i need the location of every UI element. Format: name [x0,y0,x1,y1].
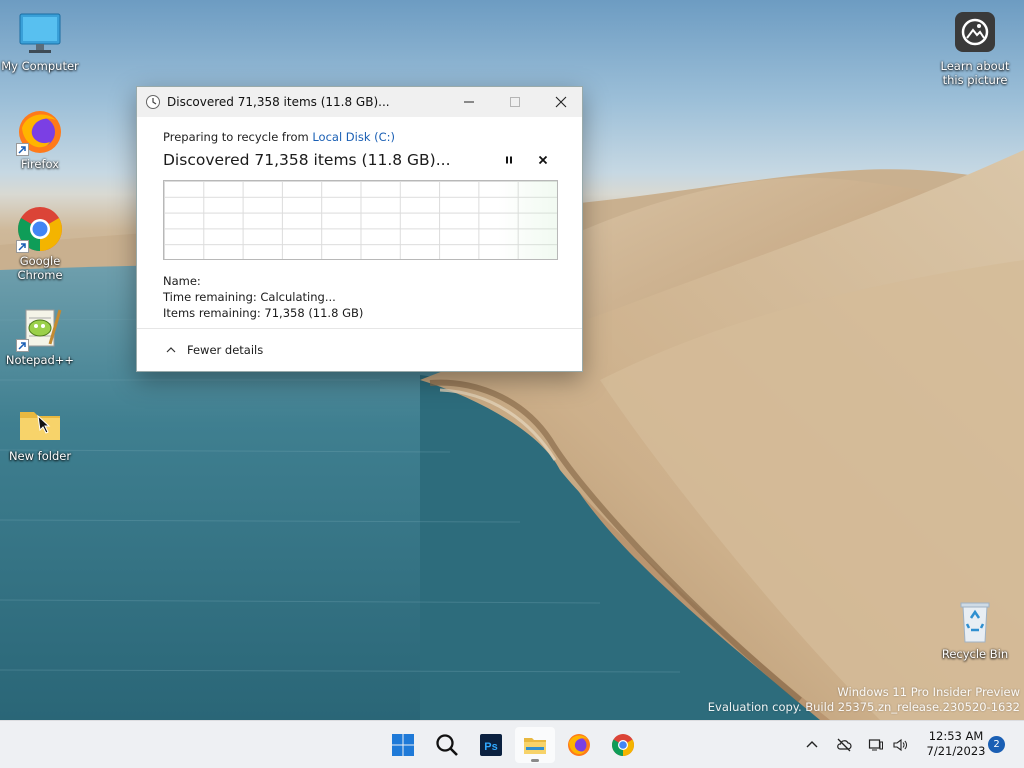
firefox-icon [16,108,64,156]
shortcut-arrow-icon [16,143,29,156]
dialog-titlebar[interactable]: Discovered 71,358 items (11.8 GB)... [137,87,582,117]
preparing-text: Preparing to recycle from Local Disk (C:… [163,130,556,144]
tray-display[interactable] [866,735,886,755]
desktop-icon-notepadpp[interactable]: Notepad++ [0,304,80,367]
desktop-icon-recycle-bin[interactable]: Recycle Bin [935,598,1015,661]
clock-time: 12:53 AM [928,729,984,743]
close-button[interactable] [538,87,584,117]
volume-icon [893,738,907,752]
fewer-details-button[interactable]: Fewer details [165,343,263,357]
transfer-details: Name: Time remaining: Calculating... Ite… [163,273,556,321]
file-explorer-icon [524,738,546,754]
desktop-icon-label: Google Chrome [17,254,63,282]
dialog-divider [137,328,582,329]
tray-overflow-button[interactable] [802,735,822,755]
chevron-up-icon [806,741,818,748]
headline-text: Discovered 71,358 items (11.8 GB)... [163,151,451,169]
tray-volume[interactable] [890,735,910,755]
progress-graph [163,180,558,260]
svg-text:Ps: Ps [484,741,497,753]
taskbar-photoshop[interactable]: Ps [471,727,511,763]
cancel-button[interactable] [530,149,556,171]
desktop-icon-label: Notepad++ [5,353,75,367]
desktop-icon-learn-about-picture[interactable]: Learn about this picture [935,10,1015,87]
recycle-bin-icon [951,598,999,646]
spotlight-icon [951,10,999,58]
search-icon [436,734,458,756]
notepadpp-icon [16,304,64,352]
notification-badge[interactable]: 2 [988,736,1005,753]
maximize-button[interactable] [492,87,538,117]
progress-headline: Discovered 71,358 items (11.8 GB)... [163,149,556,171]
chrome-icon [16,205,64,253]
cloud-offline-icon [837,738,852,752]
pause-icon [506,156,512,164]
recycle-progress-dialog: Discovered 71,358 items (11.8 GB)... Pre… [136,86,583,372]
desktop-icon-label: My Computer [1,59,79,73]
dialog-title: Discovered 71,358 items (11.8 GB)... [167,95,390,109]
taskbar-chrome[interactable] [603,727,643,763]
items-remaining: Items remaining: 71,358 (11.8 GB) [163,306,364,320]
search-button[interactable] [427,727,467,763]
watermark-line-2: Evaluation copy. Build 25375.zn_release.… [707,700,1020,714]
minimize-button[interactable] [446,87,492,117]
clock-icon [146,95,160,109]
desktop-icon-label: Learn about this picture [940,59,1010,87]
desktop-icon-label: New folder [8,449,72,463]
build-watermark: Windows 11 Pro Insider Preview Evaluatio… [708,685,1020,715]
time-remaining: Time remaining: Calculating... [163,290,336,304]
source-location-link[interactable]: Local Disk (C:) [312,130,395,144]
clock-date: 7/21/2023 [926,744,986,758]
desktop-icon-chrome[interactable]: Google Chrome [0,205,80,282]
maximize-icon [510,97,520,107]
taskbar-clock[interactable]: 12:53 AM 7/21/2023 [918,729,994,759]
pause-button[interactable] [496,149,522,171]
tray-network[interactable] [834,735,854,755]
close-icon [538,155,548,165]
photoshop-icon: Ps [480,734,502,756]
active-indicator [531,759,539,762]
start-button[interactable] [383,727,423,763]
chevron-up-icon [166,347,176,353]
watermark-line-1: Windows 11 Pro Insider Preview [837,685,1020,699]
name-label: Name: [163,274,201,288]
monitor-icon [16,10,64,58]
taskbar-file-explorer[interactable] [515,727,555,763]
display-icon [868,739,883,751]
minimize-icon [464,101,474,103]
folder-icon [16,400,64,448]
desktop-icon-label: Firefox [20,157,60,171]
desktop-icon-new-folder[interactable]: New folder [0,400,80,463]
fewer-details-label: Fewer details [187,343,264,357]
desktop-icon-label: Recycle Bin [941,647,1009,661]
shortcut-arrow-icon [16,240,29,253]
close-icon [555,96,567,108]
desktop-icon-my-computer[interactable]: My Computer [0,10,80,73]
start-icon [392,734,414,756]
taskbar-firefox[interactable] [559,727,599,763]
taskbar: Ps 12:53 AM 7/21/2023 2 [0,720,1024,768]
chrome-icon [612,734,634,756]
desktop: My Computer Firefox Google Chrome Notepa… [0,0,1024,720]
desktop-icon-firefox[interactable]: Firefox [0,108,80,171]
shortcut-arrow-icon [16,339,29,352]
preparing-prefix: Preparing to recycle from [163,130,313,144]
firefox-icon [568,734,590,756]
